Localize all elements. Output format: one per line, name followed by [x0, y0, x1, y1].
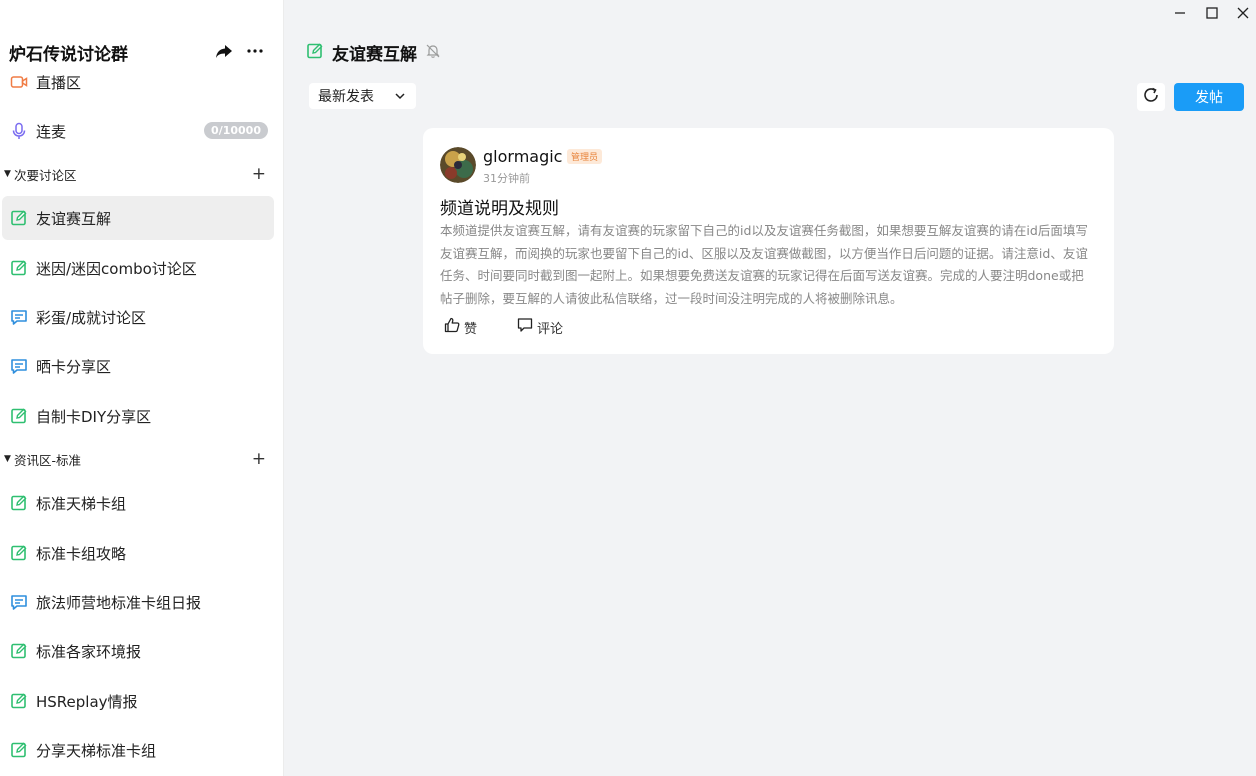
channel-label: HSReplay情报 [36, 692, 138, 711]
post-edit-icon [10, 494, 28, 512]
channel-voice[interactable]: 连麦 0/10000 [2, 109, 274, 153]
member-count-badge: 0/10000 [204, 122, 268, 139]
channel-label: 彩蛋/成就讨论区 [36, 308, 147, 327]
sort-dropdown[interactable]: 最新发表 [309, 83, 416, 109]
channel-label: 分享天梯标准卡组 [36, 741, 157, 760]
add-channel-icon[interactable]: + [252, 448, 266, 470]
video-camera-icon [10, 73, 28, 91]
post-actions: 赞 评论 [440, 317, 563, 337]
collapse-triangle-icon: ▼ [4, 454, 11, 464]
chevron-down-icon [394, 90, 406, 106]
channel-meme[interactable]: 迷因/迷因combo讨论区 [2, 246, 274, 290]
channel-easter-egg[interactable]: 彩蛋/成就讨论区 [2, 295, 274, 339]
category-secondary-discussion[interactable]: ▼ 次要讨论区 + [4, 163, 270, 185]
channel-label: 自制卡DIY分享区 [36, 407, 152, 426]
channel-deck-guide[interactable]: 标准卡组攻略 [2, 531, 274, 575]
channel-diy[interactable]: 自制卡DIY分享区 [2, 394, 274, 438]
collapse-triangle-icon: ▼ [4, 169, 11, 179]
close-icon[interactable] [1232, 2, 1254, 24]
like-button[interactable]: 赞 [440, 317, 477, 337]
post-edit-icon [10, 741, 28, 759]
channel-meta-report[interactable]: 标准各家环境报 [2, 629, 274, 673]
role-badge: 管理员 [567, 149, 603, 164]
comment-icon [517, 317, 533, 337]
category-standard-news[interactable]: ▼ 资讯区-标准 + [4, 448, 270, 470]
share-icon[interactable] [214, 41, 234, 61]
channel-label: 友谊赛互解 [36, 209, 112, 228]
more-options-icon[interactable] [245, 41, 265, 61]
refresh-icon [1142, 86, 1160, 108]
channel-friendly-match[interactable]: 友谊赛互解 [2, 196, 274, 240]
category-label: 次要讨论区 [14, 167, 77, 183]
new-post-button[interactable]: 发帖 [1174, 83, 1244, 111]
channel-title: 友谊赛互解 [332, 45, 417, 65]
post-edit-icon [10, 692, 28, 710]
add-channel-icon[interactable]: + [252, 163, 266, 185]
post-card[interactable]: glormagic 管理员 31分钟前 频道说明及规则 本频道提供友谊赛互解，请… [423, 128, 1114, 354]
channel-header: 友谊赛互解 [306, 40, 441, 65]
post-edit-icon [10, 259, 28, 277]
chat-bubble-icon [10, 308, 28, 326]
like-label: 赞 [464, 321, 478, 337]
channel-share-decks[interactable]: 分享天梯标准卡组 [2, 728, 274, 772]
channel-label: 旅法师营地标准卡组日报 [36, 593, 202, 612]
post-body: 本频道提供友谊赛互解，请有友谊赛的玩家留下自己的id以及友谊赛任务截图，如果想要… [440, 223, 1088, 306]
post-edit-icon [306, 42, 324, 64]
channel-live[interactable]: 直播区 [2, 60, 274, 104]
post-timestamp: 31分钟前 [483, 172, 530, 185]
channel-label: 标准天梯卡组 [36, 494, 127, 513]
channel-label: 连麦 [36, 122, 67, 141]
post-edit-icon [10, 407, 28, 425]
channel-label: 标准卡组攻略 [36, 544, 127, 563]
muted-bell-icon[interactable] [425, 43, 441, 63]
category-label: 资讯区-标准 [14, 452, 82, 468]
refresh-button[interactable] [1137, 83, 1165, 111]
chat-bubble-icon [10, 593, 28, 611]
sidebar: 炉石传说讨论群 直播区 连麦 0/10000 ▼ 次要讨论区 + 友谊赛互解 迷… [0, 0, 284, 776]
post-edit-icon [10, 642, 28, 660]
channel-label: 标准各家环境报 [36, 642, 142, 661]
channel-card-share[interactable]: 晒卡分享区 [2, 344, 274, 388]
sort-label: 最新发表 [318, 89, 374, 105]
channel-label: 直播区 [36, 73, 82, 92]
post-edit-icon [10, 209, 28, 227]
post-author[interactable]: glormagic [483, 147, 562, 166]
comment-label: 评论 [537, 321, 564, 337]
channel-label: 迷因/迷因combo讨论区 [36, 259, 197, 278]
post-edit-icon [10, 544, 28, 562]
chat-bubble-icon [10, 357, 28, 375]
avatar[interactable] [440, 147, 476, 183]
microphone-icon [10, 122, 28, 140]
channel-hsreplay[interactable]: HSReplay情报 [2, 679, 274, 723]
channel-daily-report[interactable]: 旅法师营地标准卡组日报 [2, 580, 274, 624]
thumbs-up-icon [444, 317, 460, 337]
maximize-icon[interactable] [1201, 2, 1223, 24]
channel-label: 晒卡分享区 [36, 357, 112, 376]
channel-ladder-decks[interactable]: 标准天梯卡组 [2, 481, 274, 525]
comment-button[interactable]: 评论 [513, 317, 563, 337]
minimize-icon[interactable] [1169, 2, 1191, 24]
post-title[interactable]: 频道说明及规则 [440, 194, 559, 219]
